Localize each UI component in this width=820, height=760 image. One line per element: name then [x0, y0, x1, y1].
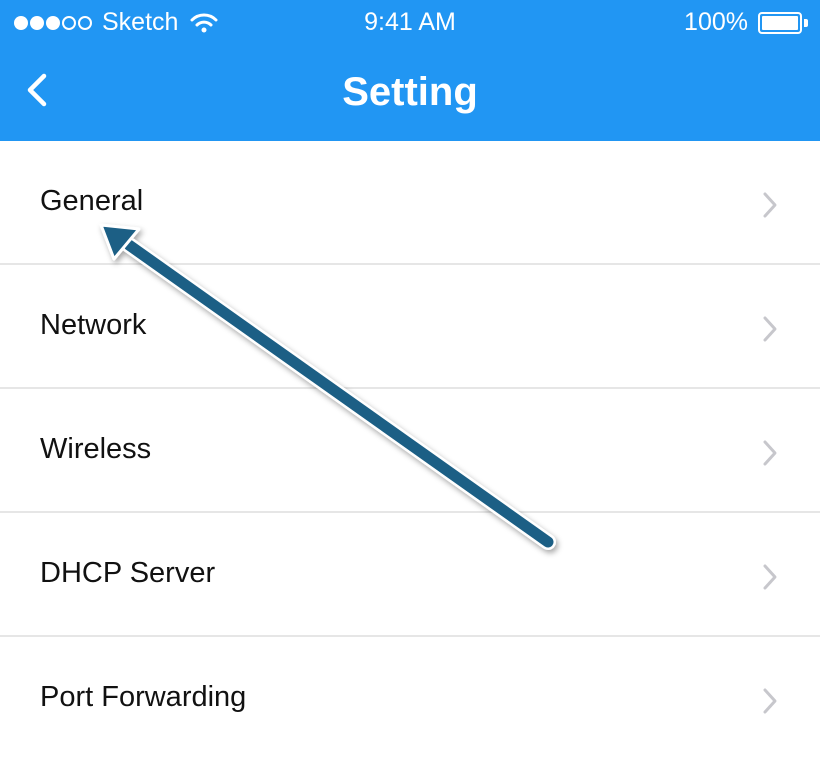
settings-item-label: DHCP Server — [40, 557, 216, 589]
app-header: Sketch 9:41 AM 100% Setting — [0, 0, 820, 141]
settings-item-label: General — [40, 185, 144, 217]
chevron-right-icon — [763, 192, 777, 218]
chevron-right-icon — [763, 564, 777, 590]
settings-item-wireless[interactable]: Wireless — [0, 389, 820, 513]
status-bar: Sketch 9:41 AM 100% — [0, 0, 820, 46]
settings-item-general[interactable]: General — [0, 141, 820, 265]
chevron-right-icon — [763, 316, 777, 342]
battery-icon — [758, 11, 808, 34]
battery-group: 100% — [684, 8, 808, 37]
chevron-right-icon — [763, 688, 777, 714]
settings-item-label: Wireless — [40, 433, 152, 465]
chevron-right-icon — [763, 440, 777, 466]
settings-item-port-forwarding[interactable]: Port Forwarding — [0, 637, 820, 759]
settings-item-label: Port Forwarding — [40, 681, 247, 713]
settings-item-label: Network — [40, 309, 147, 341]
battery-percent: 100% — [684, 8, 748, 36]
settings-item-network[interactable]: Network — [0, 265, 820, 389]
settings-list: General Network Wireless DHCP Server Por… — [0, 141, 820, 759]
settings-item-dhcp-server[interactable]: DHCP Server — [0, 513, 820, 637]
page-title: Setting — [342, 70, 478, 114]
